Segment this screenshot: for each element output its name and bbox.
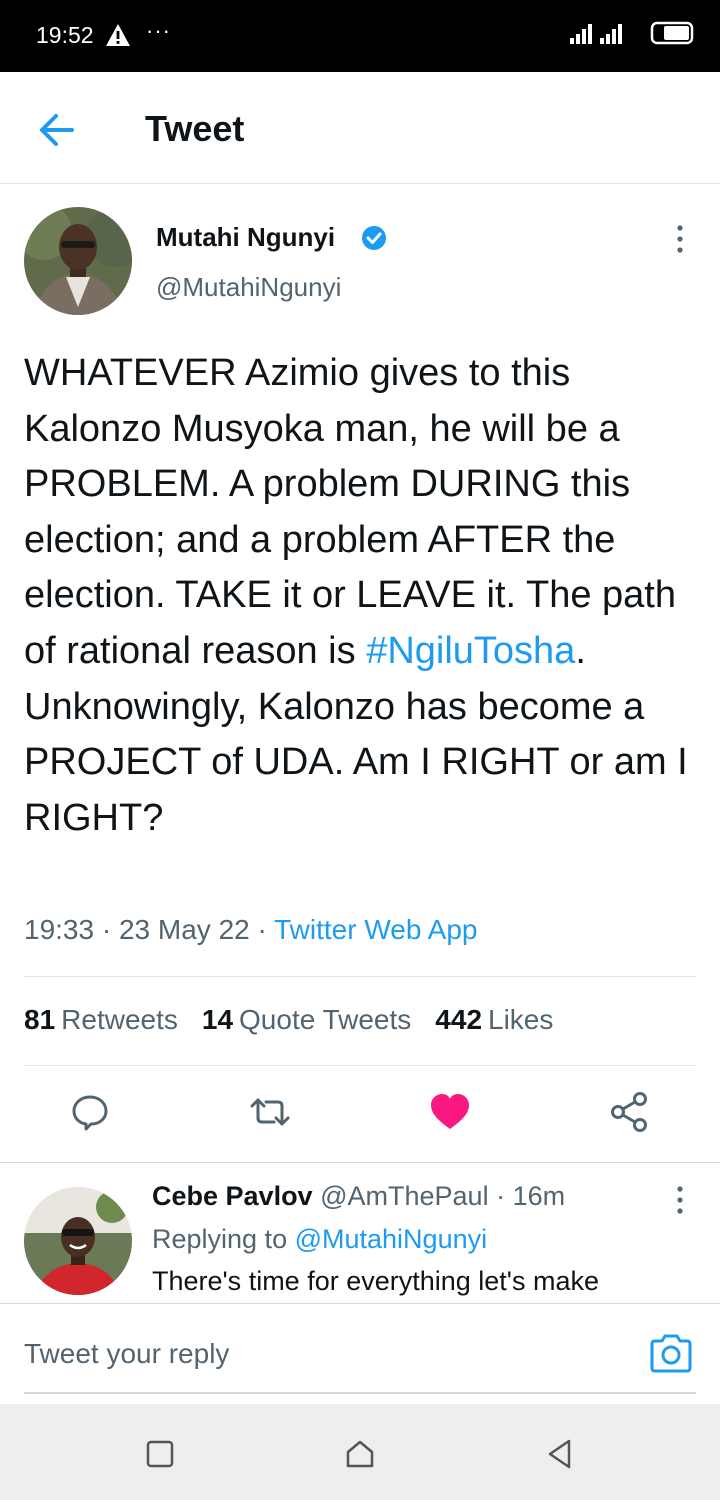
notification-dots: ··· <box>146 18 171 43</box>
system-nav-bar <box>0 1404 720 1500</box>
reply-header: Cebe Pavlov @AmThePaul · 16m <box>152 1181 565 1212</box>
reply-time: 16m <box>512 1181 566 1211</box>
retweets-count: 81 <box>24 1004 56 1035</box>
warning-icon <box>104 22 132 53</box>
reply-author-handle[interactable]: @AmThePaul <box>320 1181 488 1211</box>
retweet-icon[interactable] <box>248 1090 292 1134</box>
back-arrow-icon[interactable] <box>34 110 78 150</box>
tweet-date: 23 May 22 <box>118 914 250 945</box>
retweets-stat[interactable]: 81 Retweets <box>24 1004 178 1036</box>
reply-input[interactable]: Tweet your reply <box>24 1338 229 1370</box>
status-time: 19:52 <box>36 22 94 48</box>
input-underline <box>24 1392 696 1394</box>
tweet-actions <box>0 1070 720 1160</box>
separator: · <box>496 1181 506 1211</box>
avatar[interactable] <box>24 1187 132 1295</box>
page-title: Tweet <box>145 108 245 149</box>
tweet-author: Mutahi Ngunyi @MutahiNgunyi <box>0 184 720 334</box>
tweet-timestamp: 19:33 · 23 May 22 · Twitter Web App <box>24 914 478 945</box>
likes-count: 442 <box>435 1004 483 1035</box>
replying-to: Replying to @MutahiNgunyi <box>152 1224 487 1255</box>
battery-icon <box>650 21 696 50</box>
status-bar: 19:52 ··· <box>0 0 720 72</box>
tweet-time: 19:33 <box>24 914 95 945</box>
tweet-stats: 81 Retweets 14 Quote Tweets 442 Likes <box>24 1004 553 1036</box>
share-icon[interactable] <box>607 1090 651 1134</box>
divider <box>24 1065 696 1066</box>
replying-to-mention[interactable]: @MutahiNgunyi <box>295 1224 488 1254</box>
tweet-source[interactable]: Twitter Web App <box>274 914 477 945</box>
reply-icon[interactable] <box>68 1090 112 1134</box>
author-name[interactable]: Mutahi Ngunyi <box>156 222 335 253</box>
status-indicators <box>570 20 696 51</box>
verified-icon <box>360 224 388 257</box>
app-header: Tweet <box>0 72 720 184</box>
quote-tweets-label: Quote Tweets <box>239 1004 412 1035</box>
avatar[interactable] <box>24 207 132 315</box>
tweet-text: WHATEVER Azimio gives to this Kalonzo Mu… <box>24 346 704 846</box>
author-handle[interactable]: @MutahiNgunyi <box>156 272 341 303</box>
hashtag-link[interactable]: #NgiluTosha <box>366 630 575 672</box>
more-icon[interactable] <box>666 224 694 259</box>
nav-home-icon[interactable] <box>340 1434 380 1474</box>
heart-icon[interactable] <box>428 1090 472 1134</box>
quote-tweets-stat[interactable]: 14 Quote Tweets <box>202 1004 411 1036</box>
tweet-text-before: WHATEVER Azimio gives to this Kalonzo Mu… <box>24 352 676 672</box>
quote-tweets-count: 14 <box>201 1004 234 1035</box>
more-icon[interactable] <box>666 1185 694 1220</box>
reply-author-name[interactable]: Cebe Pavlov <box>152 1181 313 1211</box>
camera-icon[interactable] <box>648 1332 694 1379</box>
replying-to-label: Replying to <box>152 1224 288 1254</box>
nav-square-icon[interactable] <box>140 1434 180 1474</box>
nav-back-icon[interactable] <box>540 1434 580 1474</box>
divider <box>24 976 696 977</box>
signal-icon <box>570 20 640 51</box>
reply-text: There's time for everything let's make <box>152 1266 599 1296</box>
reply-composer: Tweet your reply <box>0 1303 720 1403</box>
reply-item[interactable]: Cebe Pavlov @AmThePaul · 16m Replying to… <box>0 1163 720 1303</box>
likes-stat[interactable]: 442 Likes <box>435 1004 553 1036</box>
likes-label: Likes <box>488 1004 554 1035</box>
retweets-label: Retweets <box>61 1004 178 1035</box>
